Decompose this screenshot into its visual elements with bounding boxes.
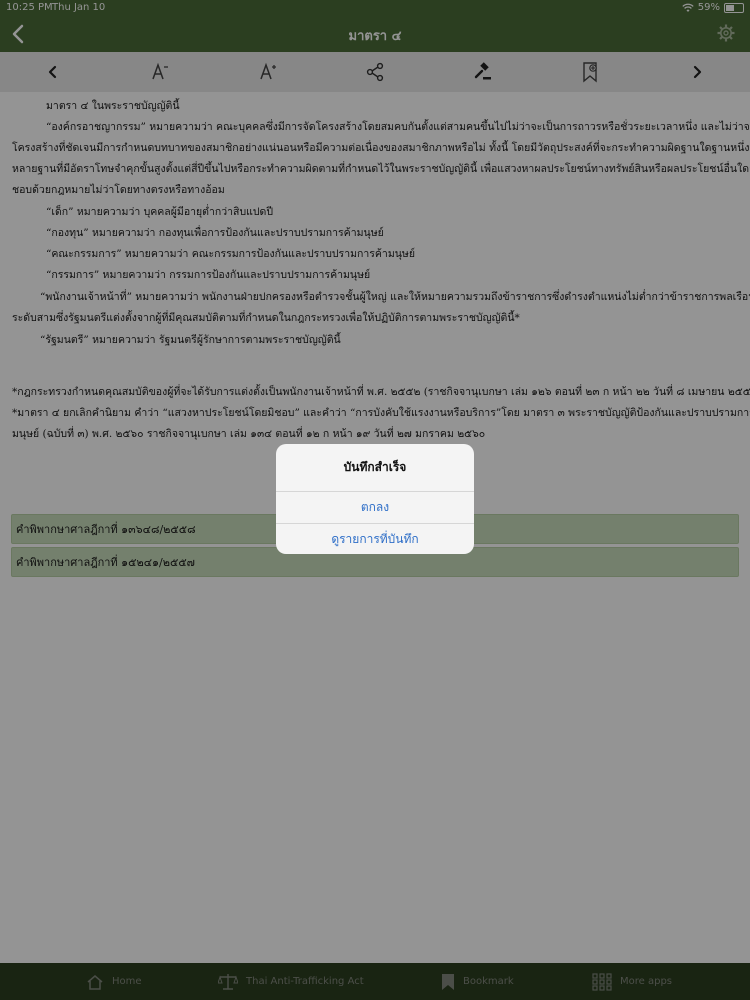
view-saved-button[interactable]: ดูรายการที่บันทึก	[276, 523, 474, 554]
dialog-title: บันทึกสำเร็จ	[343, 460, 407, 474]
save-success-dialog: บันทึกสำเร็จ ตกลง ดูรายการที่บันทึก	[276, 444, 474, 554]
ok-button[interactable]: ตกลง	[276, 491, 474, 523]
